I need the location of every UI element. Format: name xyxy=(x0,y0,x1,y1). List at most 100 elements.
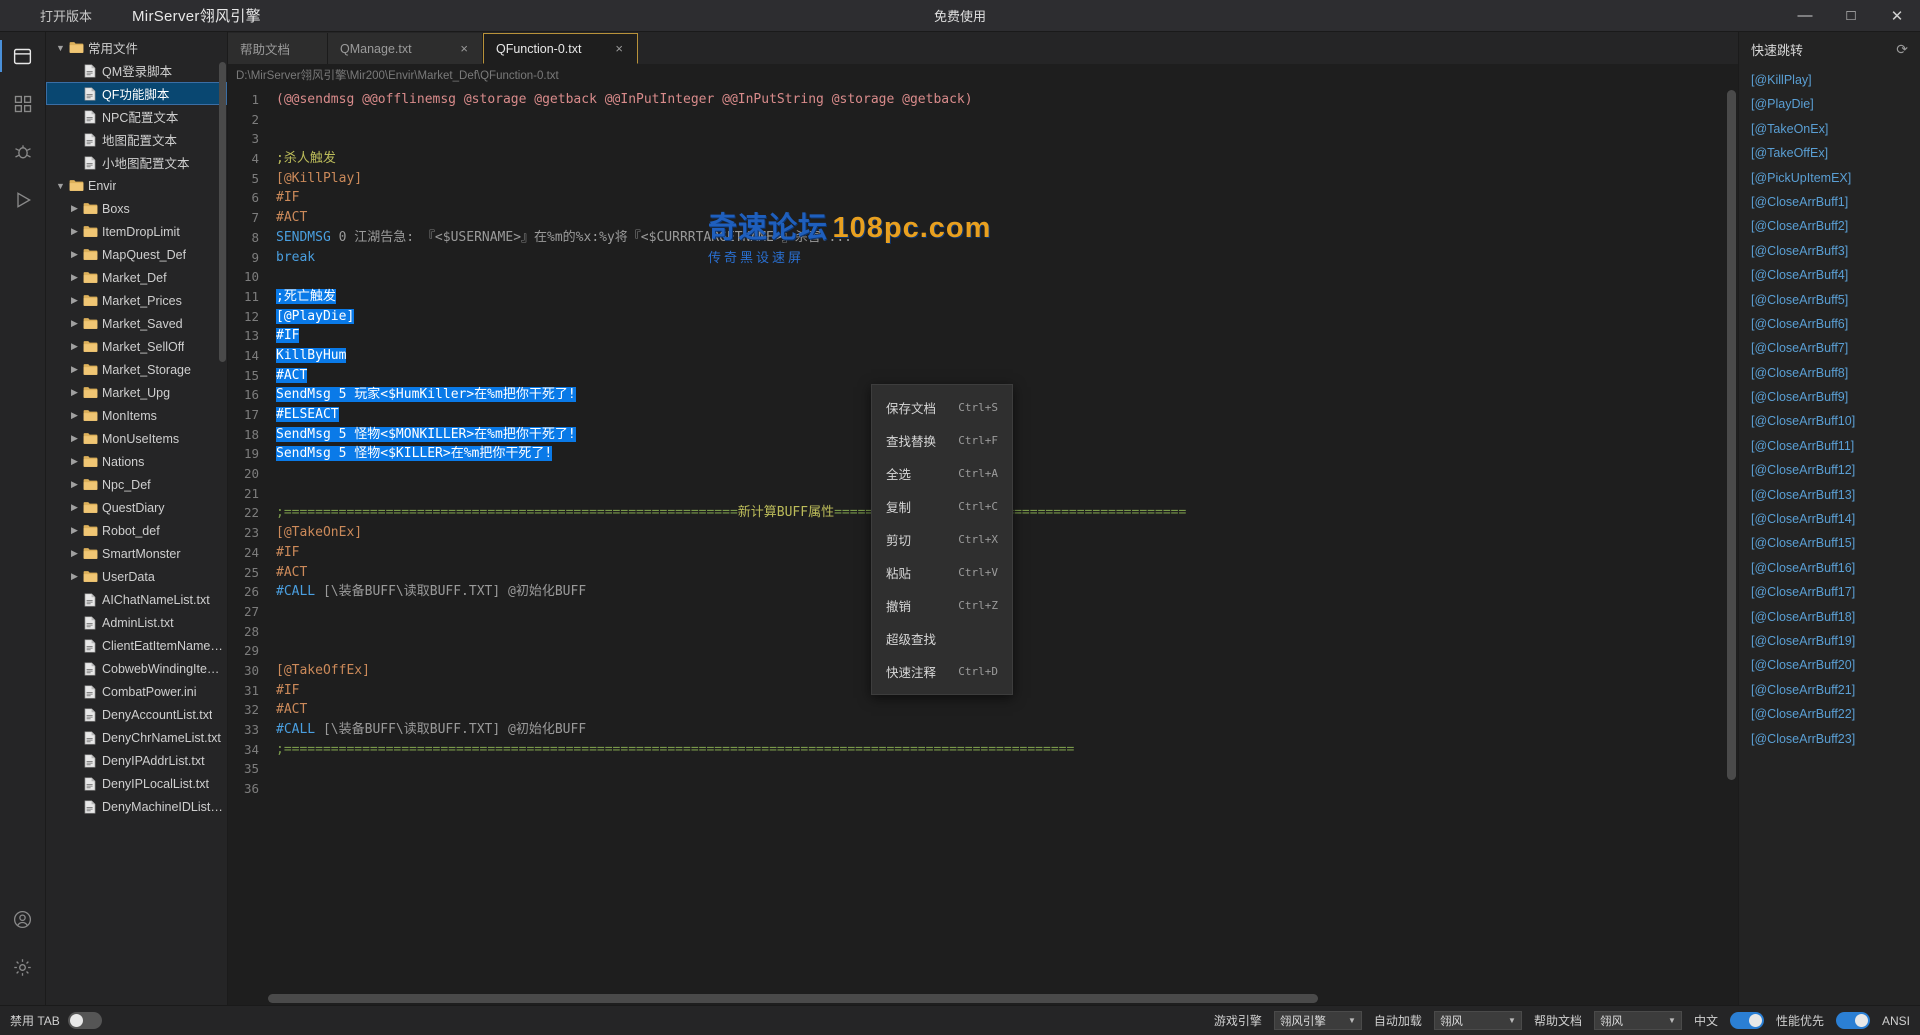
context-menu-item[interactable]: 全选 Ctrl+A xyxy=(872,457,1012,490)
twisty-icon[interactable]: ▶ xyxy=(68,548,81,559)
quick-jump-item[interactable]: [@CloseArrBuff3] xyxy=(1739,239,1920,263)
code-line[interactable]: [@KillPlay] xyxy=(268,169,1738,189)
quick-jump-item[interactable]: [@CloseArrBuff2] xyxy=(1739,214,1920,238)
activity-extensions-icon[interactable] xyxy=(0,80,46,128)
twisty-icon[interactable]: ▶ xyxy=(68,249,81,260)
activity-run-icon[interactable] xyxy=(0,176,46,224)
quick-jump-item[interactable]: [@CloseArrBuff12] xyxy=(1739,458,1920,482)
context-menu-item[interactable]: 复制 Ctrl+C xyxy=(872,490,1012,523)
tree-item-folder[interactable]: ▶ Nations xyxy=(46,450,227,473)
code-line[interactable] xyxy=(268,267,1738,287)
maximize-icon[interactable]: □ xyxy=(1828,0,1874,31)
tree-item-folder[interactable]: ▶ Market_Prices xyxy=(46,289,227,312)
code-line[interactable]: SENDMSG 0 江湖告急: 『<$USERNAME>』在%m的%x:%y将『… xyxy=(268,228,1738,248)
tree-item-folder[interactable]: ▶ MonUseItems xyxy=(46,427,227,450)
code-line[interactable] xyxy=(268,779,1738,799)
quick-jump-item[interactable]: [@PickUpItemEX] xyxy=(1739,166,1920,190)
quick-jump-item[interactable]: [@CloseArrBuff19] xyxy=(1739,629,1920,653)
quick-jump-item[interactable]: [@CloseArrBuff6] xyxy=(1739,312,1920,336)
editor-vscrollbar[interactable] xyxy=(1727,90,1736,989)
tree-item-file[interactable]: QM登录脚本 xyxy=(46,59,227,82)
quick-jump-item[interactable]: [@CloseArrBuff23] xyxy=(1739,727,1920,751)
tree-item-file[interactable]: DenyIPLocalList.txt xyxy=(46,772,227,795)
quick-jump-item[interactable]: [@KillPlay] xyxy=(1739,68,1920,92)
tree-item-file[interactable]: DenyIPAddrList.txt xyxy=(46,749,227,772)
tree-item-folder[interactable]: ▶ Robot_def xyxy=(46,519,227,542)
context-menu-item[interactable]: 粘贴 Ctrl+V xyxy=(872,556,1012,589)
context-menu-item[interactable]: 快速注释 Ctrl+D xyxy=(872,655,1012,688)
twisty-icon[interactable]: ▶ xyxy=(68,525,81,536)
tree-item-file[interactable]: QF功能脚本 xyxy=(46,82,227,105)
tree-item-file[interactable]: DenyChrNameList.txt xyxy=(46,726,227,749)
quick-jump-item[interactable]: [@PlayDie] xyxy=(1739,92,1920,116)
editor-hscrollbar[interactable] xyxy=(268,994,1732,1003)
tab-close-icon[interactable]: × xyxy=(458,41,470,56)
tree-item-file[interactable]: CobwebWindingItemList.t xyxy=(46,657,227,680)
twisty-icon[interactable]: ▶ xyxy=(68,456,81,467)
tree-item-folder[interactable]: ▶ MonItems xyxy=(46,404,227,427)
tree-item-folder[interactable]: ▶ Boxs xyxy=(46,197,227,220)
context-menu-item[interactable]: 查找替换 Ctrl+F xyxy=(872,424,1012,457)
twisty-icon[interactable]: ▼ xyxy=(54,43,67,53)
code-line[interactable]: (@@sendmsg @@offlinemsg @storage @getbac… xyxy=(268,90,1738,110)
quick-jump-item[interactable]: [@CloseArrBuff14] xyxy=(1739,507,1920,531)
twisty-icon[interactable]: ▶ xyxy=(68,479,81,490)
quick-jump-item[interactable]: [@CloseArrBuff20] xyxy=(1739,653,1920,677)
game-engine-select[interactable]: 翎风引擎 ▼ xyxy=(1273,1011,1362,1030)
code-line[interactable]: ;杀人触发 xyxy=(268,149,1738,169)
editor-tab[interactable]: 帮助文档 xyxy=(228,33,328,64)
close-icon[interactable]: ✕ xyxy=(1874,0,1920,31)
tree-item-file[interactable]: AIChatNameList.txt xyxy=(46,588,227,611)
code-line[interactable]: #ACT xyxy=(268,208,1738,228)
code-line[interactable]: #IF xyxy=(268,188,1738,208)
performance-toggle[interactable] xyxy=(1835,1012,1870,1029)
quick-jump-item[interactable]: [@CloseArrBuff21] xyxy=(1739,678,1920,702)
tree-item-file[interactable]: NPC配置文本 xyxy=(46,105,227,128)
editor-tab[interactable]: QManage.txt × xyxy=(328,33,483,64)
code-line[interactable]: [@PlayDie] xyxy=(268,307,1738,327)
tree-item-file[interactable]: 地图配置文本 xyxy=(46,128,227,151)
activity-explorer-icon[interactable] xyxy=(0,32,46,80)
tree-item-file[interactable]: DenyAccountList.txt xyxy=(46,703,227,726)
context-menu-item[interactable]: 超级查找 xyxy=(872,622,1012,655)
twisty-icon[interactable]: ▶ xyxy=(68,203,81,214)
quick-jump-item[interactable]: [@CloseArrBuff15] xyxy=(1739,531,1920,555)
twisty-icon[interactable]: ▶ xyxy=(68,226,81,237)
vscroll-thumb[interactable] xyxy=(1727,90,1736,780)
tree-item-file[interactable]: AdminList.txt xyxy=(46,611,227,634)
context-menu-item[interactable]: 撤销 Ctrl+Z xyxy=(872,589,1012,622)
editor-tab[interactable]: QFunction-0.txt × xyxy=(483,33,638,64)
twisty-icon[interactable]: ▶ xyxy=(68,387,81,398)
tab-close-icon[interactable]: × xyxy=(613,41,625,56)
quick-jump-item[interactable]: [@CloseArrBuff22] xyxy=(1739,702,1920,726)
quick-jump-item[interactable]: [@CloseArrBuff18] xyxy=(1739,605,1920,629)
twisty-icon[interactable]: ▶ xyxy=(68,410,81,421)
hscroll-thumb[interactable] xyxy=(268,994,1318,1003)
quick-jump-item[interactable]: [@CloseArrBuff16] xyxy=(1739,556,1920,580)
context-menu-item[interactable]: 保存文档 Ctrl+S xyxy=(872,391,1012,424)
twisty-icon[interactable]: ▼ xyxy=(54,181,67,191)
quick-jump-item[interactable]: [@CloseArrBuff10] xyxy=(1739,409,1920,433)
code-line[interactable]: #IF xyxy=(268,326,1738,346)
tree-item-folder[interactable]: ▶ ItemDropLimit xyxy=(46,220,227,243)
disable-tab-toggle[interactable] xyxy=(67,1012,102,1029)
code-line[interactable] xyxy=(268,129,1738,149)
code-line[interactable]: #CALL [\装备BUFF\读取BUFF.TXT] @初始化BUFF xyxy=(268,720,1738,740)
quick-jump-item[interactable]: [@CloseArrBuff1] xyxy=(1739,190,1920,214)
quick-jump-item[interactable]: [@CloseArrBuff8] xyxy=(1739,361,1920,385)
twisty-icon[interactable]: ▶ xyxy=(68,364,81,375)
tree-item-folder[interactable]: ▶ SmartMonster xyxy=(46,542,227,565)
tree-item-folder[interactable]: ▶ Npc_Def xyxy=(46,473,227,496)
quick-jump-item[interactable]: [@CloseArrBuff4] xyxy=(1739,263,1920,287)
twisty-icon[interactable]: ▶ xyxy=(68,318,81,329)
tree-item-folder[interactable]: ▶ Market_Upg xyxy=(46,381,227,404)
code-line[interactable]: ;=======================================… xyxy=(268,740,1738,760)
quick-jump-item[interactable]: [@CloseArrBuff17] xyxy=(1739,580,1920,604)
twisty-icon[interactable]: ▶ xyxy=(68,295,81,306)
tree-item-folder[interactable]: ▶ Market_Saved xyxy=(46,312,227,335)
tree-item-folder[interactable]: ▶ UserData xyxy=(46,565,227,588)
tree-item-file[interactable]: DenyMachineIDList.txt xyxy=(46,795,227,818)
sidebar-scrollbar[interactable] xyxy=(219,62,226,362)
tree-item-file[interactable]: 小地图配置文本 xyxy=(46,151,227,174)
tree-item-folder[interactable]: ▶ QuestDiary xyxy=(46,496,227,519)
